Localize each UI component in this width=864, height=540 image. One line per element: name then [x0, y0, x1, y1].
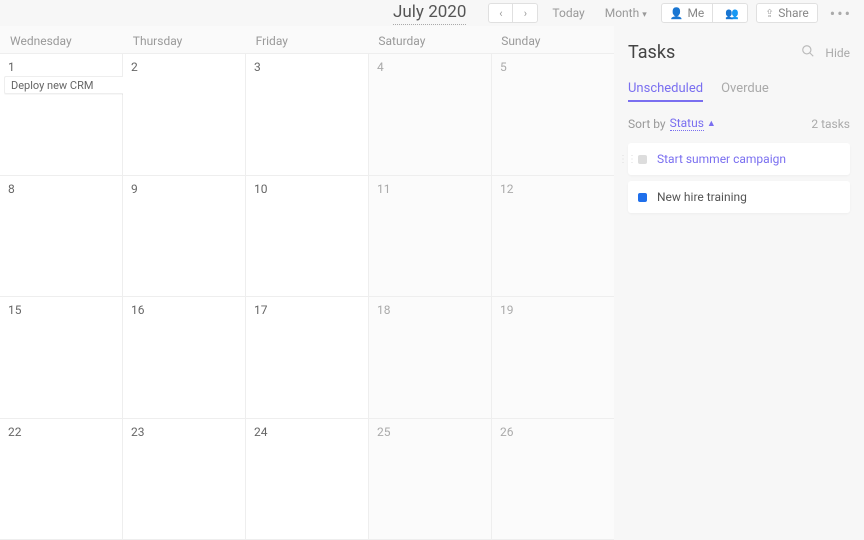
day-header: Sunday: [491, 26, 614, 53]
day-number: 23: [131, 425, 237, 439]
calendar-cell[interactable]: 3: [246, 54, 369, 175]
calendar-title[interactable]: July 2020: [393, 2, 466, 25]
day-header: Saturday: [368, 26, 491, 53]
calendar-cell[interactable]: 9: [123, 176, 246, 297]
calendar-cell[interactable]: 25: [369, 419, 492, 540]
day-number: 17: [254, 303, 360, 317]
person-icon: 👤: [670, 7, 684, 20]
day-number: 8: [8, 182, 114, 196]
calendar-cell[interactable]: 24: [246, 419, 369, 540]
task-item[interactable]: Start summer campaign: [628, 143, 850, 175]
next-arrow-icon[interactable]: ›: [513, 4, 537, 22]
day-header: Thursday: [123, 26, 246, 53]
tab-unscheduled[interactable]: Unscheduled: [628, 81, 703, 102]
day-header: Wednesday: [0, 26, 123, 53]
more-icon[interactable]: •••: [826, 4, 856, 23]
task-label: Start summer campaign: [657, 152, 786, 166]
day-number: 12: [500, 182, 606, 196]
share-button[interactable]: ⇪ Share: [756, 3, 818, 23]
day-number: 5: [500, 60, 606, 74]
view-selector[interactable]: Month ▾: [599, 6, 653, 20]
task-status-icon[interactable]: [638, 155, 647, 164]
calendar-cell[interactable]: 2: [123, 54, 246, 175]
day-number: 4: [377, 60, 483, 74]
sort-direction-icon[interactable]: ▲: [707, 118, 716, 129]
calendar-cell[interactable]: 16: [123, 297, 246, 418]
task-status-icon[interactable]: [638, 193, 647, 202]
day-number: 24: [254, 425, 360, 439]
calendar-cell[interactable]: 22: [0, 419, 123, 540]
day-number: 15: [8, 303, 114, 317]
day-number: 11: [377, 182, 483, 196]
calendar-cell[interactable]: 10: [246, 176, 369, 297]
day-number: 9: [131, 182, 237, 196]
calendar-cell[interactable]: 23: [123, 419, 246, 540]
search-icon[interactable]: [801, 44, 815, 62]
calendar-grid: WednesdayThursdayFridaySaturdaySunday 1D…: [0, 26, 614, 540]
tab-overdue[interactable]: Overdue: [721, 81, 769, 102]
today-button[interactable]: Today: [546, 6, 590, 20]
day-header: Friday: [246, 26, 369, 53]
calendar-cell[interactable]: 26: [492, 419, 614, 540]
task-label: New hire training: [657, 190, 747, 204]
sort-selector[interactable]: Status: [670, 116, 704, 131]
day-number: 10: [254, 182, 360, 196]
calendar-cell[interactable]: 18: [369, 297, 492, 418]
day-number: 1: [8, 60, 114, 74]
day-number: 25: [377, 425, 483, 439]
day-number: 19: [500, 303, 606, 317]
day-number: 3: [254, 60, 360, 74]
share-icon: ⇪: [765, 7, 774, 20]
calendar-cell[interactable]: 19: [492, 297, 614, 418]
chevron-down-icon: ▾: [642, 10, 647, 20]
task-item[interactable]: New hire training: [628, 181, 850, 213]
people-icon[interactable]: 👥: [717, 4, 747, 22]
prev-arrow-icon[interactable]: ‹: [489, 4, 513, 22]
calendar-cell[interactable]: 8: [0, 176, 123, 297]
nav-arrows: ‹ ›: [488, 3, 538, 23]
calendar-cell[interactable]: 4: [369, 54, 492, 175]
tasks-title: Tasks: [628, 42, 801, 63]
task-count: 2 tasks: [811, 117, 850, 131]
hide-button[interactable]: Hide: [825, 46, 850, 60]
day-number: 26: [500, 425, 606, 439]
calendar-cell[interactable]: 17: [246, 297, 369, 418]
day-number: 22: [8, 425, 114, 439]
calendar-cell[interactable]: 11: [369, 176, 492, 297]
day-number: 2: [131, 60, 237, 74]
day-number: 18: [377, 303, 483, 317]
calendar-cell[interactable]: 15: [0, 297, 123, 418]
day-number: 16: [131, 303, 237, 317]
calendar-cell[interactable]: 5: [492, 54, 614, 175]
calendar-cell[interactable]: 12: [492, 176, 614, 297]
sort-label: Sort by: [628, 117, 666, 131]
calendar-cell[interactable]: 1Deploy new CRM: [0, 54, 123, 175]
tasks-panel: Tasks Hide Unscheduled Overdue Sort by S…: [614, 26, 864, 540]
me-filter-button[interactable]: 👤Me 👥: [661, 3, 748, 23]
